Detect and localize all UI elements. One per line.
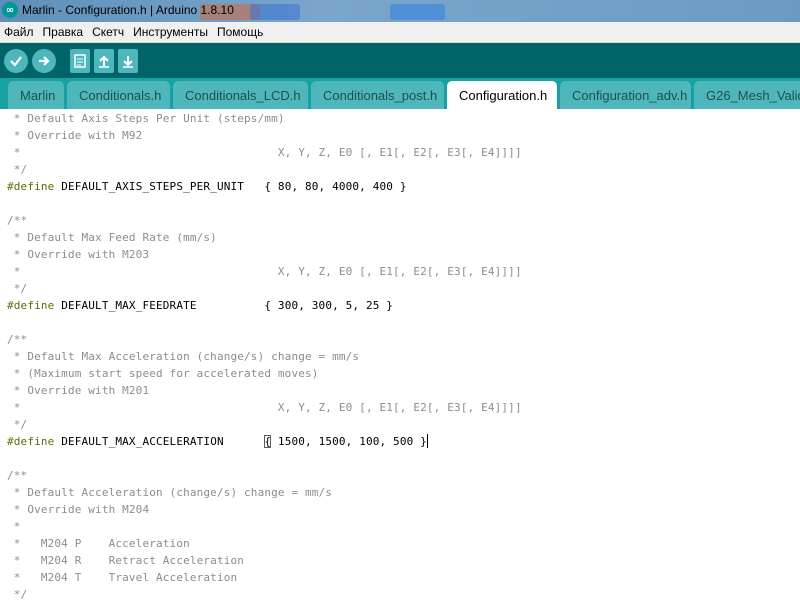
tab-conditionals-post-h[interactable]: Conditionals_post.h [311,81,444,109]
code-line: */ [7,163,28,176]
code-text: DEFAULT_MAX_ACCELERATION [54,435,265,448]
menu-sketch[interactable]: Скетч [88,25,129,39]
code-text: DEFAULT_AXIS_STEPS_PER_UNIT { 80, 80, 40… [54,180,407,193]
code-text: DEFAULT_MAX_FEEDRATE { 300, 300, 5, 25 } [54,299,394,312]
code-line: */ [7,418,28,431]
code-line: * X, Y, Z, E0 [, E1[, E2[, E3[, E4]]]] [7,401,522,414]
code-line: * Default Max Acceleration (change/s) ch… [7,350,360,363]
title-bar: ∞ Marlin - Configuration.h | Arduino 1.8… [0,0,800,22]
code-line: * M204 P Acceleration [7,537,190,550]
code-line: * M204 T Travel Acceleration [7,571,238,584]
menu-edit[interactable]: Правка [39,25,89,39]
code-line: * Override with M201 [7,384,150,397]
code-line: /** [7,333,28,346]
arrow-right-icon [39,55,50,66]
new-sketch-button[interactable] [70,48,90,73]
tab-marlin[interactable]: Marlin [8,81,64,109]
new-file-icon [74,53,86,68]
code-line: */ [7,282,28,295]
menu-file[interactable]: Файл [0,25,39,39]
verify-button[interactable] [4,48,28,73]
open-sketch-button[interactable] [94,48,114,73]
code-line: * Default Acceleration (change/s) change… [7,486,333,499]
menu-help[interactable]: Помощь [213,25,268,39]
code-editor[interactable]: * Default Axis Steps Per Unit (steps/mm)… [0,109,800,600]
save-sketch-button[interactable] [118,48,138,73]
checkmark-icon [10,55,22,67]
background-window-decoration [250,4,300,20]
define-keyword: #define [7,180,55,193]
code-line: * Override with M92 [7,129,143,142]
menu-bar: Файл Правка Скетч Инструменты Помощь [0,22,800,43]
code-line: #define DEFAULT_MAX_FEEDRATE { 300, 300,… [7,297,393,314]
code-line: * Override with M204 [7,503,150,516]
code-line: * [7,520,21,533]
tab-bar: Marlin Conditionals.h Conditionals_LCD.h… [0,78,800,109]
tab-conditionals-lcd-h[interactable]: Conditionals_LCD.h [173,81,308,109]
code-line: * Default Max Feed Rate (mm/s) [7,231,217,244]
arrow-down-icon [123,55,133,68]
code-line: #define DEFAULT_AXIS_STEPS_PER_UNIT { 80… [7,178,407,195]
tab-g26-mesh-validation[interactable]: G26_Mesh_Valida [694,81,800,109]
code-text: 1500, 1500, 100, 500 } [271,435,427,448]
upload-button[interactable] [32,48,56,73]
code-line: * Override with M203 [7,248,150,261]
text-cursor [426,434,428,448]
code-line: * X, Y, Z, E0 [, E1[, E2[, E3[, E4]]]] [7,146,522,159]
code-line: * (Maximum start speed for accelerated m… [7,367,319,380]
code-line: /** [7,469,28,482]
window-title: Marlin - Configuration.h | Arduino 1.8.1… [22,3,234,17]
code-line: * M204 R Retract Acceleration [7,554,245,567]
toolbar [0,43,800,78]
tab-configuration-adv-h[interactable]: Configuration_adv.h [560,81,691,109]
menu-tools[interactable]: Инструменты [129,25,213,39]
arduino-logo-icon: ∞ [2,2,18,18]
tab-configuration-h[interactable]: Configuration.h [447,81,557,109]
code-line: * Default Axis Steps Per Unit (steps/mm) [7,112,285,125]
code-line: #define DEFAULT_MAX_ACCELERATION { 1500,… [7,433,428,450]
tab-conditionals-h[interactable]: Conditionals.h [67,81,170,109]
define-keyword: #define [7,299,55,312]
code-line: */ [7,588,28,600]
define-keyword: #define [7,435,55,448]
code-line: /** [7,214,28,227]
arrow-up-icon [99,55,109,68]
background-window-decoration [390,4,445,20]
code-line: * X, Y, Z, E0 [, E1[, E2[, E3[, E4]]]] [7,265,522,278]
